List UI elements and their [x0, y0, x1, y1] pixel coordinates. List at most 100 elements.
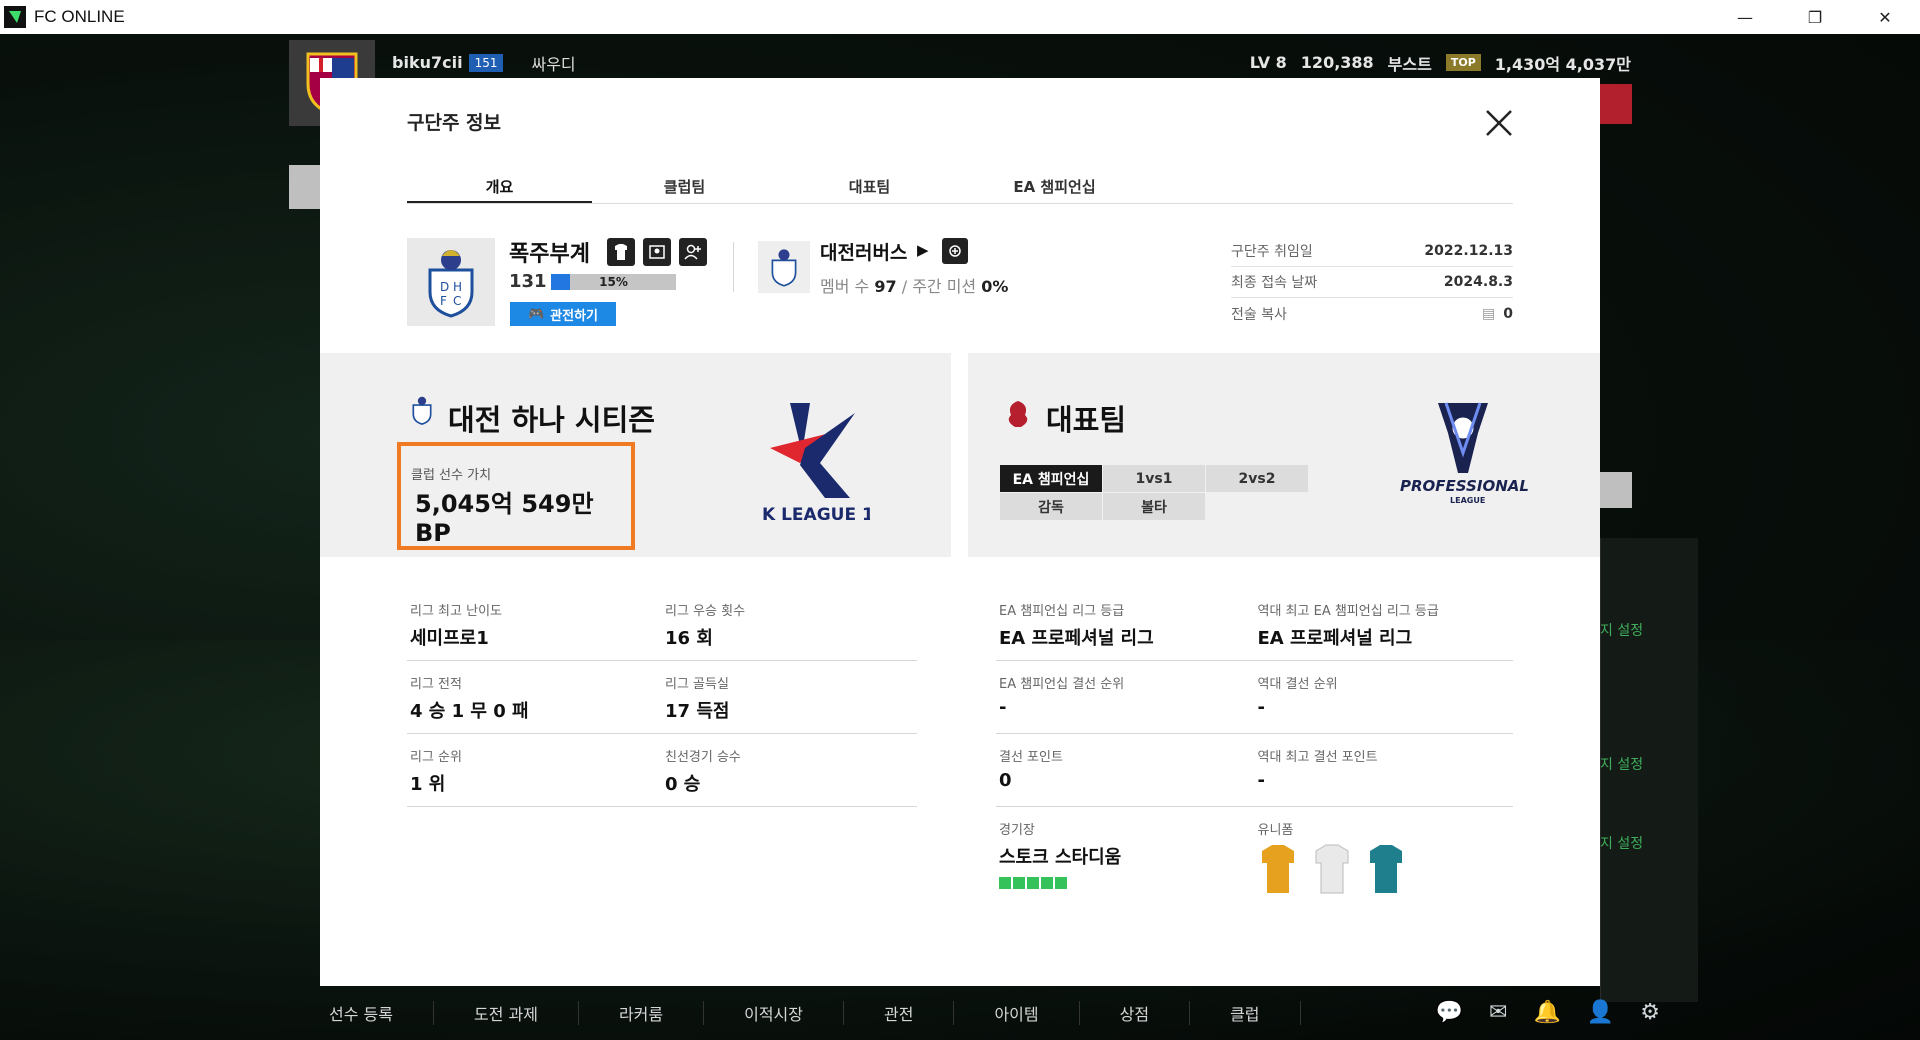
tab-club-team[interactable]: 클럽팀	[592, 176, 777, 203]
window-titlebar: FC ONLINE — ❐ ✕	[0, 0, 1920, 34]
nav-transfer-market[interactable]: 이적시장	[704, 1001, 844, 1025]
owner-info-modal: 구단주 정보 개요 클럽팀 대표팀 EA 챔피언십 D H F C 폭주부계 1	[320, 78, 1600, 986]
info-row-tactic-copy: 전술 복사 ▤ 0	[1231, 298, 1513, 329]
club-stats: 리그 최고 난이도 세미프로1 리그 우승 횟수 16 회 리그 전적 4 승 1 무…	[407, 588, 917, 807]
uniform-icon[interactable]	[607, 238, 635, 266]
side-setting-link-1[interactable]: 지 설정	[1600, 620, 1643, 640]
info-value: ▤ 0	[1482, 306, 1513, 322]
info-key: 구단주 취임일	[1231, 244, 1313, 260]
bell-icon[interactable]: 🔔	[1533, 1000, 1560, 1025]
info-row-last-login: 최종 접속 날짜 2024.8.3	[1231, 267, 1513, 298]
nav-items[interactable]: 아이템	[954, 1001, 1080, 1025]
national-team-panel: 대표팀 EA 챔피언십 1vs1 2vs2 감독 볼타 PROFESSIONAL…	[968, 353, 1600, 557]
stadium-name: 스토크 스타디움	[999, 847, 1122, 868]
club2-meta: 멤버 수 97 / 주간 미션 0%	[820, 273, 1008, 297]
info-key: 최종 접속 날짜	[1231, 275, 1318, 291]
add-friend-icon[interactable]	[679, 238, 707, 266]
stat-label: 역대 결선 순위	[1257, 677, 1338, 692]
side-setting-link-3[interactable]: 지 설정	[1600, 833, 1643, 853]
tab-ea-championship[interactable]: EA 챔피언십	[962, 176, 1147, 203]
stat-value: -	[1257, 770, 1265, 791]
gear-icon[interactable]: ⚙	[1640, 1000, 1660, 1025]
mission-value: 0%	[981, 277, 1009, 296]
star-icon	[1041, 877, 1053, 889]
mp-value: 120,388	[1300, 53, 1374, 72]
mode-ea-championship[interactable]: EA 챔피언십	[1000, 465, 1102, 492]
stat-value: EA 프로페셔널 리그	[1257, 628, 1413, 649]
stat-value: 16 회	[665, 628, 713, 649]
stat-label: 역대 최고 EA 챔피언십 리그 등급	[1257, 604, 1439, 619]
side-setting-link-2[interactable]: 지 설정	[1600, 754, 1643, 774]
stat-value: 세미프로1	[410, 628, 489, 649]
k-league-logo-text: K LEAGUE 1	[762, 505, 870, 523]
mode-1vs1[interactable]: 1vs1	[1103, 465, 1205, 492]
club-name: 폭주부계	[509, 242, 590, 267]
stat-value: 17 득점	[665, 701, 730, 722]
mode-volta[interactable]: 볼타	[1103, 493, 1205, 520]
club-crest: D H F C	[407, 238, 495, 326]
club2-name[interactable]: 대전러버스	[820, 238, 907, 265]
stat-row: EA 챔피언십 결선 순위 - 역대 결선 순위 -	[996, 661, 1513, 734]
stat-label: 리그 전적	[410, 677, 462, 692]
spectate-button[interactable]: 🎮 관전하기	[510, 302, 616, 326]
mail-icon[interactable]: ✉	[1489, 1000, 1507, 1025]
close-icon[interactable]	[1482, 106, 1516, 140]
nav-challenges[interactable]: 도전 과제	[434, 1001, 579, 1025]
club-player-value-box: 클럽 선수 가치 5,045억 549만 BP	[397, 442, 635, 550]
svg-text:D: D	[440, 280, 449, 294]
stat-label: 경기장	[999, 823, 1035, 838]
stat-value: -	[999, 697, 1007, 718]
away-kit-icon[interactable]	[1312, 843, 1352, 895]
tab-overview[interactable]: 개요	[407, 176, 592, 203]
info-value: 2024.8.3	[1443, 274, 1513, 290]
gamepad-icon: 🎮	[527, 306, 545, 322]
professional-league-logo: PROFESSIONAL LEAGUE	[1398, 393, 1529, 513]
boost-label[interactable]: 부스트	[1388, 51, 1432, 75]
stat-value: 4 승 1 무 0 패	[410, 701, 529, 722]
squad-icon[interactable]	[643, 238, 671, 266]
third-kit-icon[interactable]	[1366, 843, 1406, 895]
exit-button[interactable]	[1600, 84, 1632, 124]
members-label: 멤버 수	[820, 277, 870, 296]
club-value-label: 클럽 선수 가치	[411, 468, 492, 483]
info-key: 전술 복사	[1231, 306, 1287, 323]
svg-text:F: F	[440, 294, 447, 308]
stat-value: -	[1257, 697, 1265, 718]
tab-national-team[interactable]: 대표팀	[777, 176, 962, 203]
play-arrow-icon[interactable]: ▶	[917, 241, 929, 259]
chat-icon[interactable]: 💬	[1436, 1000, 1463, 1025]
tactic-copy-count: 0	[1503, 305, 1513, 322]
mode-manager[interactable]: 감독	[1000, 493, 1102, 520]
nav-club[interactable]: 클럽	[1190, 1001, 1301, 1025]
header-divider	[733, 242, 734, 292]
mode-2vs2[interactable]: 2vs2	[1206, 465, 1308, 492]
username[interactable]: biku7cii	[392, 53, 463, 72]
nav-player-register[interactable]: 선수 등록	[289, 1001, 434, 1025]
maximize-button[interactable]: ❐	[1780, 0, 1850, 34]
nav-spectate[interactable]: 관전	[844, 1001, 955, 1025]
manager-name[interactable]: 싸우디	[531, 51, 575, 75]
minimize-button[interactable]: —	[1710, 0, 1780, 34]
meta-separator: /	[901, 277, 908, 296]
nav-locker-room[interactable]: 라커룸	[579, 1001, 705, 1025]
club2-crest	[758, 241, 810, 293]
friends-icon[interactable]: 👤	[1587, 1000, 1614, 1025]
stat-row: EA 챔피언십 리그 등급 EA 프로페셔널 리그 역대 최고 EA 챔피언십 리…	[996, 588, 1513, 661]
close-window-button[interactable]: ✕	[1850, 0, 1920, 34]
national-team-stats: EA 챔피언십 리그 등급 EA 프로페셔널 리그 역대 최고 EA 챔피언십 리…	[996, 588, 1513, 897]
right-panel-strip	[1600, 472, 1632, 508]
home-kit-icon[interactable]	[1258, 843, 1298, 895]
svg-text:C: C	[453, 294, 461, 308]
stat-row: 리그 최고 난이도 세미프로1 리그 우승 횟수 16 회	[407, 588, 917, 661]
mode-grid: EA 챔피언십 1vs1 2vs2 감독 볼타	[1000, 465, 1308, 520]
star-icon	[1013, 877, 1025, 889]
modal-title: 구단주 정보	[407, 112, 502, 134]
bp-value: 1,430억 4,037만	[1494, 54, 1631, 74]
national-team-title: 대표팀	[1046, 403, 1127, 437]
copy-icon: ▤	[1482, 305, 1496, 322]
team-name: 대전 하나 시티즌	[448, 403, 655, 437]
nav-shop[interactable]: 상점	[1080, 1001, 1191, 1025]
club-xp-bar: 15%	[551, 274, 676, 290]
stat-label: 리그 최고 난이도	[410, 604, 502, 619]
club-join-icon[interactable]	[942, 238, 968, 264]
